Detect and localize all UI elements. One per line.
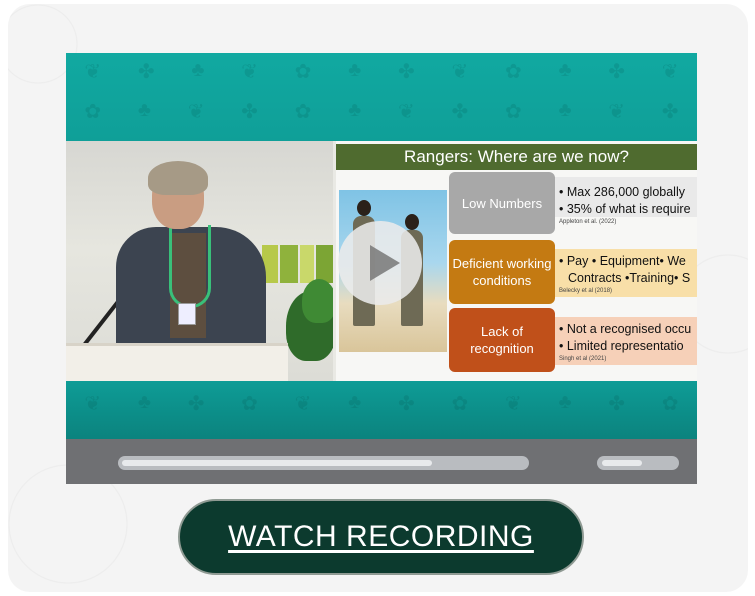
video-top-banner: ❦ ✤ ♣ ❦ ✿ ♣ ✤ ❦ ✿ ♣ ✤ ❦ ✿ ♣ ❦ ✤ ✿ ♣ ❦ ✤ ✿ ♣ ❦ ✤	[66, 53, 697, 141]
paw-icon: ✤	[137, 61, 155, 83]
pattern-icons-row: ✿ ♣ ❦ ✤ ✿ ♣ ❦ ✤ ✿ ♣ ❦ ✤	[66, 99, 697, 124]
wall-stripe	[316, 245, 333, 283]
flower-icon: ✿	[504, 101, 522, 123]
paw-icon: ✤	[397, 61, 415, 83]
slide-title: Rangers: Where are we now?	[336, 144, 697, 170]
slide-row-body: • Not a recognised occu • Limited repres…	[559, 321, 697, 363]
slide-bullet: Contracts •Training• S	[568, 271, 691, 285]
flower-icon: ✿	[241, 393, 258, 415]
paw-icon: ✤	[241, 101, 258, 123]
leaf-icon: ❦	[504, 393, 522, 415]
slide-bullet: • Max 286,000 globally	[559, 185, 685, 199]
tree-icon: ♣	[348, 59, 362, 81]
leaf-icon: ❦	[84, 61, 102, 83]
leaf-icon: ❦	[241, 61, 258, 83]
flower-icon: ✿	[84, 101, 102, 123]
speaker-badge	[178, 303, 196, 325]
flower-icon: ✿	[504, 61, 522, 83]
slide-row-label-text: Low Numbers	[461, 195, 543, 211]
speaker-hair	[148, 161, 208, 195]
paw-icon: ✤	[451, 101, 469, 123]
slide-row-body: • Pay • Equipment• We Contracts •Trainin…	[559, 253, 697, 295]
paw-icon: ✤	[608, 393, 626, 415]
speaker-camera-view	[66, 141, 333, 381]
flower-icon: ✿	[451, 393, 469, 415]
ranger-head	[405, 214, 419, 230]
recording-card: ❦ ✤ ♣ ❦ ✿ ♣ ✤ ❦ ✿ ♣ ✤ ❦ ✿ ♣ ❦ ✤ ✿ ♣ ❦ ✤ ✿ ♣ ❦ ✤	[8, 4, 748, 592]
slide-citation: Singh et al (2021)	[559, 356, 607, 362]
watch-recording-button[interactable]: WATCH RECORDING	[178, 499, 584, 575]
pattern-icons-row: ❦ ✤ ♣ ❦ ✿ ♣ ✤ ❦ ✿ ♣ ✤ ❦	[66, 59, 697, 84]
leaf-icon: ❦	[397, 101, 415, 123]
tree-icon: ♣	[137, 99, 151, 121]
slide-bullet: • Pay • Equipment• We	[559, 254, 686, 268]
slide-bullet: • Limited representatio	[559, 339, 684, 353]
tree-icon: ♣	[137, 391, 151, 413]
slide-citation: Belecky et al (2018)	[559, 288, 613, 294]
slide-bullet: • Not a recognised occu	[559, 322, 692, 336]
paw-icon: ✤	[187, 393, 205, 415]
tree-icon: ♣	[348, 99, 362, 121]
watch-recording-label: WATCH RECORDING	[228, 520, 534, 553]
play-button-icon[interactable]	[338, 221, 422, 305]
leaf-icon: ❦	[84, 393, 102, 415]
leaf-icon: ❦	[661, 61, 679, 83]
flower-icon: ✿	[294, 101, 312, 123]
flower-icon: ✿	[661, 393, 679, 415]
progress-bar-fill	[122, 460, 433, 466]
leaf-icon: ❦	[187, 101, 205, 123]
slide-citation: Appleton et al. (2022)	[559, 219, 617, 225]
slide-row-label: Low Numbers	[449, 172, 555, 234]
video-player[interactable]: ❦ ✤ ♣ ❦ ✿ ♣ ✤ ❦ ✿ ♣ ✤ ❦ ✿ ♣ ❦ ✤ ✿ ♣ ❦ ✤ ✿ ♣ ❦ ✤	[66, 53, 697, 484]
paw-icon: ✤	[397, 393, 415, 415]
slide-row-body: • Max 286,000 globally • 35% of what is …	[559, 184, 697, 226]
volume-slider[interactable]	[597, 456, 679, 470]
flower-icon: ✿	[294, 61, 312, 83]
tree-icon: ♣	[558, 99, 572, 121]
ranger-head	[357, 200, 371, 216]
paw-icon: ✤	[661, 101, 679, 123]
pattern-icons-row: ❦ ♣ ✤ ✿ ❦ ♣ ✤ ✿ ❦ ♣ ✤ ✿	[66, 391, 697, 416]
speaker-lanyard	[169, 225, 211, 308]
paw-icon: ✤	[608, 61, 626, 83]
video-controls	[66, 439, 697, 484]
leaf-icon: ❦	[451, 61, 469, 83]
slide-row-label: Lack of recognition	[449, 308, 555, 372]
leaf-icon: ❦	[608, 101, 626, 123]
slide-row-label-text: Deficient working conditions	[452, 256, 552, 288]
tree-icon: ♣	[191, 59, 205, 81]
tree-icon: ♣	[558, 391, 572, 413]
wall-stripe	[300, 245, 314, 283]
slide-bullet: • 35% of what is require	[559, 202, 691, 216]
progress-bar[interactable]	[118, 456, 529, 470]
video-bottom-banner: ❦ ♣ ✤ ✿ ❦ ♣ ✤ ✿ ❦ ♣ ✤ ✿	[66, 381, 697, 439]
podium	[66, 343, 288, 381]
slide-row-label: Deficient working conditions	[449, 240, 555, 304]
leaf-icon: ❦	[294, 393, 312, 415]
tree-icon: ♣	[558, 59, 572, 81]
volume-slider-fill	[602, 460, 642, 466]
tree-icon: ♣	[348, 391, 362, 413]
slide-row-label-text: Lack of recognition	[470, 324, 534, 356]
plant	[302, 279, 333, 323]
wall-stripe	[280, 245, 298, 283]
